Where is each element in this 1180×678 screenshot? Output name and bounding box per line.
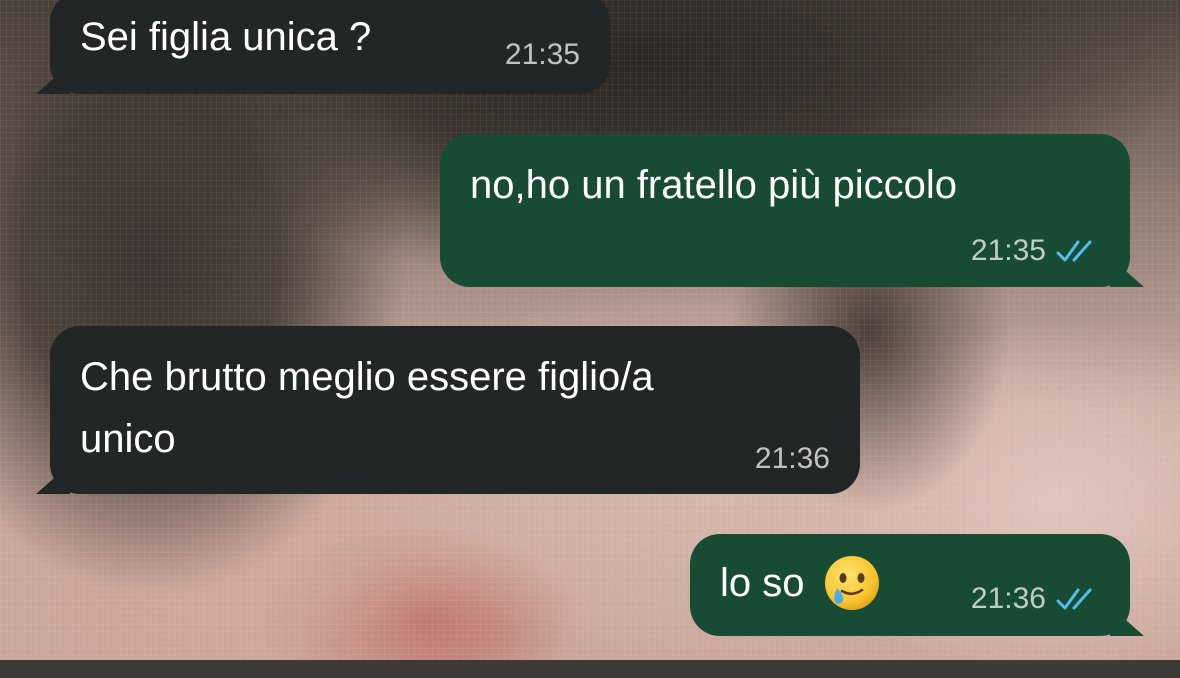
bottom-edge-bar [0, 660, 1180, 678]
message-timestamp: 21:35 [505, 40, 580, 70]
message-time: 21:36 [970, 582, 1046, 615]
message-text-line-2: unico [80, 417, 176, 461]
message-timestamp: 21:36 [755, 444, 830, 474]
message-bubble-outgoing[interactable]: lo so 21:36 [690, 534, 1144, 636]
message-content: lo so [720, 554, 881, 612]
message-bubble-outgoing[interactable]: no,ho un fratello più piccolo 21:35 [440, 134, 1144, 287]
message-text: no,ho un fratello più piccolo [470, 163, 957, 207]
message-bubble-incoming[interactable]: Che brutto meglio essere figlio/a unico … [36, 326, 860, 494]
face-holding-back-tears-emoji-icon [824, 556, 879, 610]
message-bubble-incoming[interactable]: Sei figlia unica ? 21:35 [36, 0, 610, 94]
double-check-read-icon [1056, 240, 1092, 262]
message-text: Sei figlia unica ? [80, 15, 372, 59]
message-time: 21:36 [754, 442, 830, 475]
double-check-read-icon [1056, 588, 1092, 610]
message-text: lo so [720, 561, 805, 605]
message-timestamp: 21:36 [971, 584, 1100, 614]
message-time: 21:35 [970, 234, 1046, 267]
message-time: 21:35 [504, 38, 580, 71]
message-text-line-1: Che brutto meglio essere figlio/a [80, 355, 654, 399]
message-timestamp: 21:35 [971, 236, 1100, 266]
